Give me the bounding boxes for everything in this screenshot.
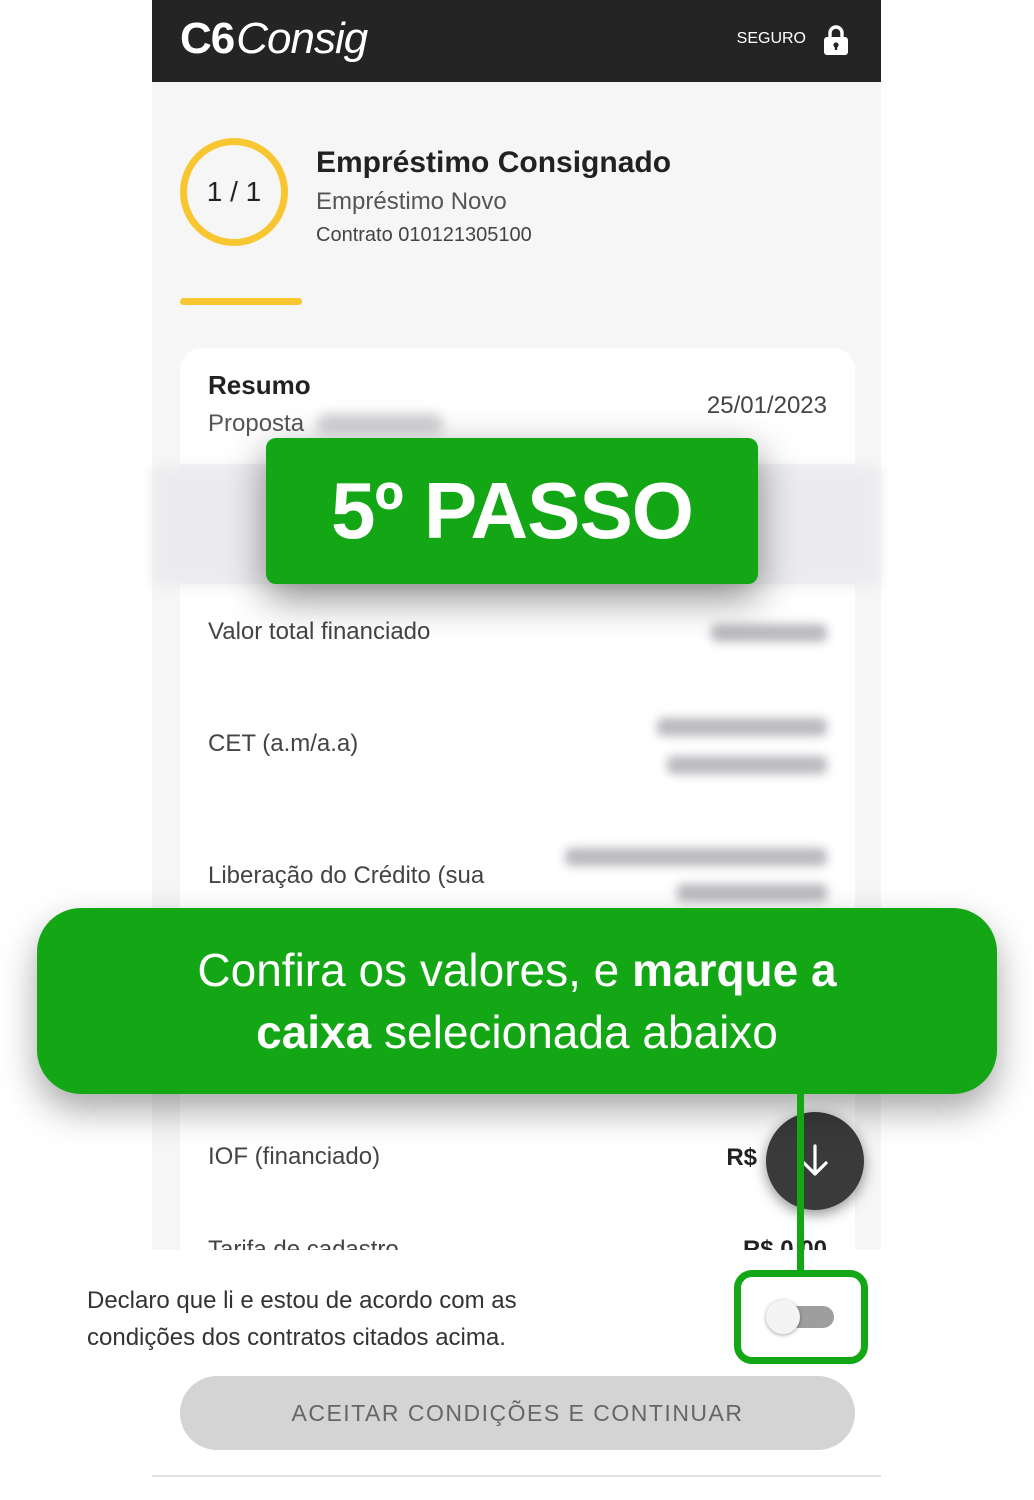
card-heading: Resumo	[208, 370, 311, 400]
scroll-down-button[interactable]	[766, 1112, 864, 1210]
row-value-credit-release-redacted-2	[677, 884, 827, 902]
step-badge: 5º PASSO	[266, 438, 758, 584]
proposal-label: Proposta	[208, 410, 305, 437]
agreement-text: Declaro que li e estou de acordo com as …	[87, 1287, 517, 1351]
secure-label: SEGURO	[736, 30, 806, 47]
row-value-cet-redacted-2	[667, 756, 827, 774]
summary-date: 25/01/2023	[706, 392, 827, 419]
row-label-iof: IOF (financiado)	[208, 1143, 381, 1170]
top-bar: C6Consig SEGURO	[152, 0, 881, 82]
toggle-highlight-box	[734, 1270, 868, 1364]
instruction-text: Confira os valores, e marque a caixa sel…	[197, 944, 837, 1058]
progress-bar	[180, 298, 302, 305]
instruction-callout: Confira os valores, e marque a caixa sel…	[37, 908, 997, 1094]
lock-icon	[824, 25, 848, 55]
callout-connector-line	[797, 1092, 804, 1272]
c6-consig-logo: C6Consig	[180, 14, 368, 63]
row-label-cet: CET (a.m/a.a)	[208, 730, 359, 757]
contract-number: Contrato 010121305100	[316, 224, 532, 246]
loan-type: Empréstimo Novo	[316, 188, 507, 215]
arrow-down-icon	[802, 1144, 828, 1176]
divider	[152, 1475, 881, 1477]
row-value-iof: R$	[726, 1144, 757, 1171]
row-value-cet-redacted	[657, 718, 827, 736]
row-value-credit-release-redacted	[565, 848, 827, 866]
row-value-total-financed-redacted	[711, 624, 827, 642]
row-label-credit-release: Liberação do Crédito (sua	[208, 862, 485, 889]
accept-continue-button[interactable]: ACEITAR CONDIÇÕES E CONTINUAR	[180, 1376, 855, 1450]
row-label-total-financed: Valor total financiado	[208, 618, 431, 645]
proposal-number-redacted	[318, 414, 442, 434]
page-title: Empréstimo Consignado	[316, 146, 672, 179]
step-counter: 1 / 1	[180, 138, 288, 246]
